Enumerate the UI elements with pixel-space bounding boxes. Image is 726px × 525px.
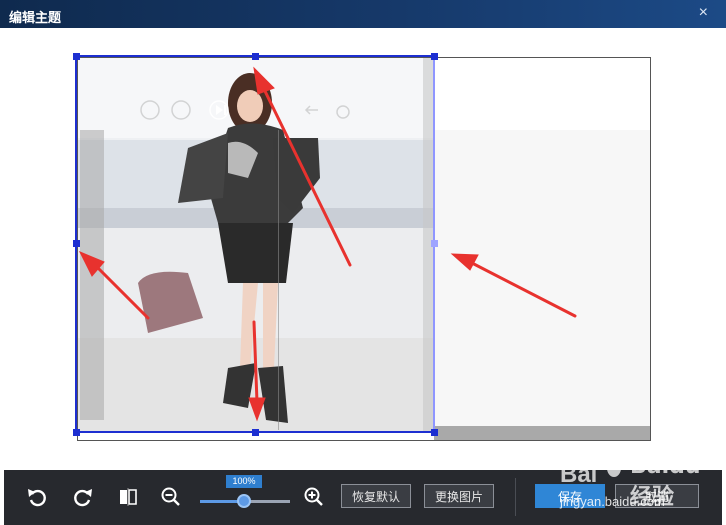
resize-handle-top-left[interactable]: [73, 53, 80, 60]
flip-icon[interactable]: [115, 484, 141, 510]
theme-preview-canvas[interactable]: [77, 57, 651, 441]
replace-image-button[interactable]: 更换图片: [424, 484, 494, 508]
resize-handle-bottom-right[interactable]: [431, 429, 438, 436]
zoom-out-icon[interactable]: [158, 484, 184, 510]
zoom-in-icon[interactable]: [301, 484, 327, 510]
title-bar: 编辑主题 ×: [0, 0, 726, 28]
rotate-left-icon[interactable]: [24, 484, 50, 510]
resize-handle-top[interactable]: [252, 53, 259, 60]
resize-handle-right[interactable]: [431, 240, 438, 247]
canvas-bottom-strip: [434, 426, 650, 440]
editor-toolbar: 100% 恢复默认 更换图片 保存 取消: [4, 470, 722, 525]
resize-handle-bottom-left[interactable]: [73, 429, 80, 436]
toolbar-divider: [515, 478, 516, 516]
resize-handle-left[interactable]: [73, 240, 80, 247]
resize-handle-top-right[interactable]: [431, 53, 438, 60]
canvas-empty-region: [434, 130, 650, 426]
save-button[interactable]: 保存: [535, 484, 605, 508]
zoom-slider-handle[interactable]: [237, 494, 251, 508]
resize-handle-bottom[interactable]: [252, 429, 259, 436]
close-icon[interactable]: ×: [699, 4, 708, 22]
rotate-right-icon[interactable]: [70, 484, 96, 510]
restore-default-button[interactable]: 恢复默认: [341, 484, 411, 508]
canvas-center-guide: [278, 130, 279, 430]
cancel-button[interactable]: 取消: [615, 484, 699, 508]
zoom-level-label: 100%: [226, 475, 262, 488]
window-title: 编辑主题: [9, 10, 62, 25]
theme-background-image: [78, 58, 434, 432]
